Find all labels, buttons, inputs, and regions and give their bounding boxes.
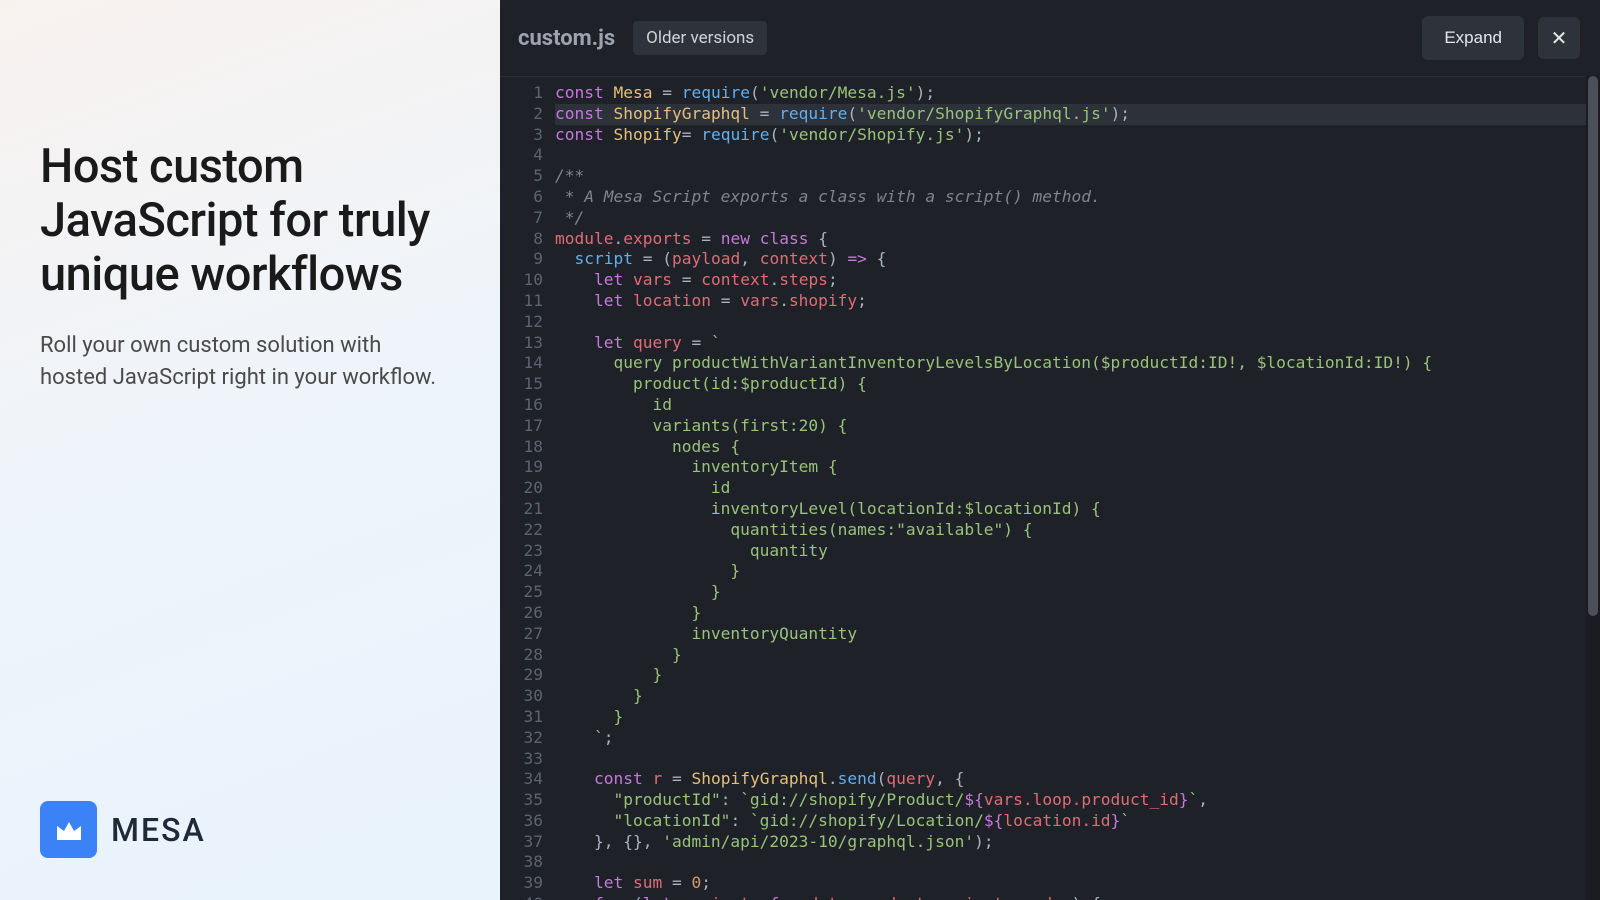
code-viewport[interactable]: 1234567891011121314151617181920212223242… — [500, 76, 1600, 900]
close-button[interactable]: ✕ — [1538, 17, 1580, 59]
marketing-sidebar: Host custom JavaScript for truly unique … — [0, 0, 500, 900]
mesa-logo: MESA — [40, 801, 206, 858]
code-editor-panel: custom.js Older versions Expand ✕ 123456… — [500, 0, 1600, 900]
close-icon: ✕ — [1551, 26, 1568, 51]
filename: custom.js — [518, 26, 615, 51]
mesa-logo-text: MESA — [111, 811, 206, 849]
mesa-logo-icon — [40, 801, 97, 858]
expand-button[interactable]: Expand — [1422, 16, 1524, 60]
hero-heading: Host custom JavaScript for truly unique … — [40, 140, 452, 302]
code-content[interactable]: const Mesa = require('vendor/Mesa.js');c… — [555, 77, 1600, 900]
line-gutter: 1234567891011121314151617181920212223242… — [500, 77, 555, 900]
older-versions-link[interactable]: Older versions — [633, 21, 767, 55]
hero-body: Roll your own custom solution with hoste… — [40, 330, 452, 394]
editor-header: custom.js Older versions Expand ✕ — [500, 0, 1600, 76]
